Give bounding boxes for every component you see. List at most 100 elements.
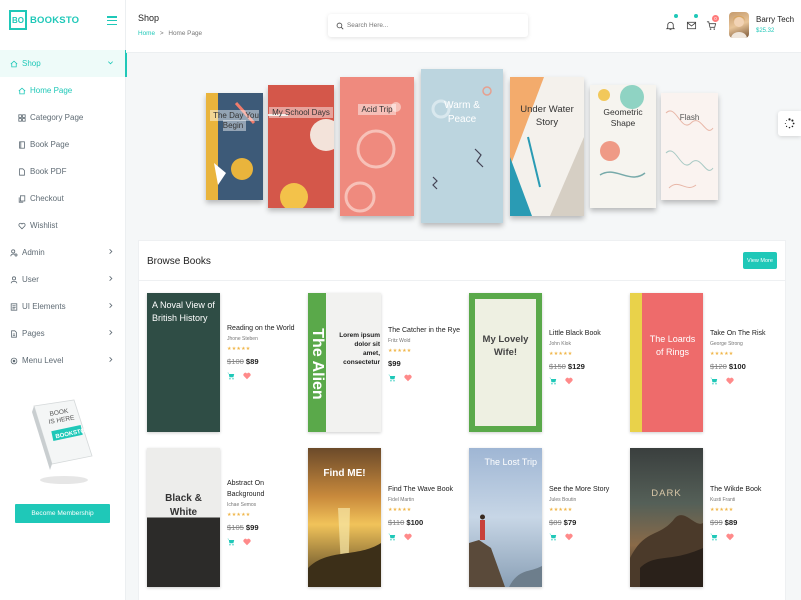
user-name[interactable]: Barry Tech	[756, 15, 794, 24]
logo-text: BOOKSTO	[30, 14, 80, 26]
copy-icon	[17, 194, 26, 203]
book-card[interactable]: The Loards of Rings Take On The Risk Geo…	[630, 293, 780, 433]
book-title[interactable]: Find The Wave Book	[388, 484, 460, 495]
old-price: $99	[710, 518, 723, 527]
sidebar-item-ui-elements[interactable]: UI Elements	[0, 293, 126, 320]
carousel-book[interactable]: The Day You Begin	[206, 93, 263, 200]
divider	[139, 280, 785, 281]
sidebar-item-label: User	[22, 275, 39, 284]
logo[interactable]: BO BOOKSTO	[9, 10, 79, 30]
sidebar-item-shop[interactable]: Shop	[0, 50, 127, 77]
rating-stars: ★★★★★	[227, 513, 251, 518]
wishlist-heart-icon[interactable]	[565, 377, 573, 385]
carousel-book[interactable]: Geometric Shape	[590, 85, 656, 208]
book-cover[interactable]: My Lovely Wife!	[469, 293, 542, 432]
sidebar-item-category-page[interactable]: Category Page	[0, 104, 126, 131]
carousel-book-title: My School Days	[269, 107, 333, 118]
book-card[interactable]: A Noval View of British History Reading …	[147, 293, 297, 433]
avatar[interactable]	[729, 12, 749, 38]
sidebar-item-label: Pages	[22, 329, 45, 338]
old-price: $89	[549, 518, 562, 527]
book-cover[interactable]: Find ME!	[308, 448, 381, 587]
current-price: $99	[245, 523, 259, 532]
book-price: $110 $100	[388, 518, 460, 527]
book-cover[interactable]: A Noval View of British History	[147, 293, 220, 432]
add-to-cart-icon[interactable]	[227, 538, 235, 546]
carousel-book[interactable]: Flash	[661, 93, 718, 200]
sidebar-item-admin[interactable]: Admin	[0, 239, 126, 266]
wishlist-heart-icon[interactable]	[243, 372, 251, 380]
book-price: $120 $100	[710, 362, 782, 371]
carousel-book[interactable]: Under Water Story	[510, 77, 584, 216]
carousel-book[interactable]: My School Days	[268, 85, 334, 208]
wishlist-heart-icon[interactable]	[404, 533, 412, 541]
browse-books-title: Browse Books	[147, 256, 211, 267]
book-title[interactable]: See the More Story	[549, 484, 621, 495]
current-price: $89	[724, 518, 738, 527]
menu-toggle-icon[interactable]	[107, 16, 117, 25]
book-title[interactable]: Reading on the World	[227, 323, 299, 334]
book-card[interactable]: Find ME! Find The Wave Book Fidel Martin…	[308, 448, 458, 588]
breadcrumb: Home > Home Page	[138, 30, 202, 37]
rating-stars: ★★★★★	[710, 508, 734, 513]
search-input[interactable]	[347, 22, 517, 29]
sidebar-item-menu-level[interactable]: Menu Level	[0, 347, 126, 374]
book-cover[interactable]: The Alien Lorem ipsum dolor sit amet, co…	[308, 293, 381, 432]
breadcrumb-home-link[interactable]: Home	[138, 30, 155, 37]
book-title[interactable]: Abstract On Background	[227, 478, 299, 500]
book-title[interactable]: Take On The Risk	[710, 328, 782, 339]
book-title[interactable]: The Wikde Book	[710, 484, 782, 495]
topbar: Shop Home > Home Page	[126, 0, 801, 53]
notification-bell-icon[interactable]	[665, 20, 676, 31]
sidebar-item-label: Menu Level	[22, 356, 64, 365]
sidebar-item-wishlist[interactable]: Wishlist	[0, 212, 126, 239]
book-title[interactable]: The Catcher in the Rye	[388, 325, 460, 336]
carousel-book[interactable]: Acid Trip	[340, 77, 414, 216]
book-cover[interactable]: DARK	[630, 448, 703, 587]
wishlist-heart-icon[interactable]	[726, 533, 734, 541]
book-cover[interactable]: Black & White	[147, 448, 220, 587]
book-card[interactable]: The Lost Trip See the More Story Jules B…	[469, 448, 619, 588]
add-to-cart-icon[interactable]	[388, 533, 396, 541]
sidebar-item-book-page[interactable]: Book Page	[0, 131, 126, 158]
book-cover-title: My Lovely Wife!	[482, 334, 529, 358]
search-box[interactable]	[328, 14, 528, 37]
book-cover[interactable]: The Lost Trip	[469, 448, 542, 587]
mail-icon[interactable]	[686, 20, 697, 31]
view-more-button[interactable]: View More	[743, 252, 777, 269]
book-card[interactable]: DARK The Wikde Book Kusti Franti ★★★★★ $…	[630, 448, 780, 588]
book-card[interactable]: The Alien Lorem ipsum dolor sit amet, co…	[308, 293, 460, 433]
sidebar-item-home-page[interactable]: Home Page	[0, 77, 126, 104]
book-title[interactable]: Little Black Book	[549, 328, 621, 339]
book-card[interactable]: My Lovely Wife! Little Black Book John K…	[469, 293, 619, 433]
book-author: Jules Boutin	[549, 497, 577, 503]
settings-spinner-button[interactable]	[778, 111, 801, 136]
sidebar-item-book-pdf[interactable]: Book PDF	[0, 158, 126, 185]
add-to-cart-icon[interactable]	[549, 533, 557, 541]
sidebar-item-label: Wishlist	[30, 221, 58, 230]
sidebar-item-user[interactable]: User	[0, 266, 126, 293]
wishlist-heart-icon[interactable]	[726, 377, 734, 385]
file-icon	[17, 167, 26, 176]
add-to-cart-icon[interactable]	[549, 377, 557, 385]
add-to-cart-icon[interactable]	[710, 377, 718, 385]
pages-icon	[9, 329, 18, 338]
add-to-cart-icon[interactable]	[388, 374, 396, 382]
book-cover[interactable]: The Loards of Rings	[630, 293, 703, 432]
grid-icon	[17, 113, 26, 122]
become-membership-button[interactable]: Become Membership	[15, 504, 110, 523]
add-to-cart-icon[interactable]	[227, 372, 235, 380]
sidebar-item-label: Checkout	[30, 194, 64, 203]
current-price: $89	[245, 357, 259, 366]
wishlist-heart-icon[interactable]	[404, 374, 412, 382]
book-price: $99 $89	[710, 518, 782, 527]
sidebar-item-checkout[interactable]: Checkout	[0, 185, 126, 212]
current-price: $100	[728, 362, 746, 371]
wishlist-heart-icon[interactable]	[243, 538, 251, 546]
current-price: $99	[388, 359, 401, 368]
wishlist-heart-icon[interactable]	[565, 533, 573, 541]
carousel-book[interactable]: Warm & Peace	[421, 69, 503, 223]
add-to-cart-icon[interactable]	[710, 533, 718, 541]
sidebar-item-pages[interactable]: Pages	[0, 320, 126, 347]
book-card[interactable]: Black & White Abstract On Background Ich…	[147, 448, 297, 588]
